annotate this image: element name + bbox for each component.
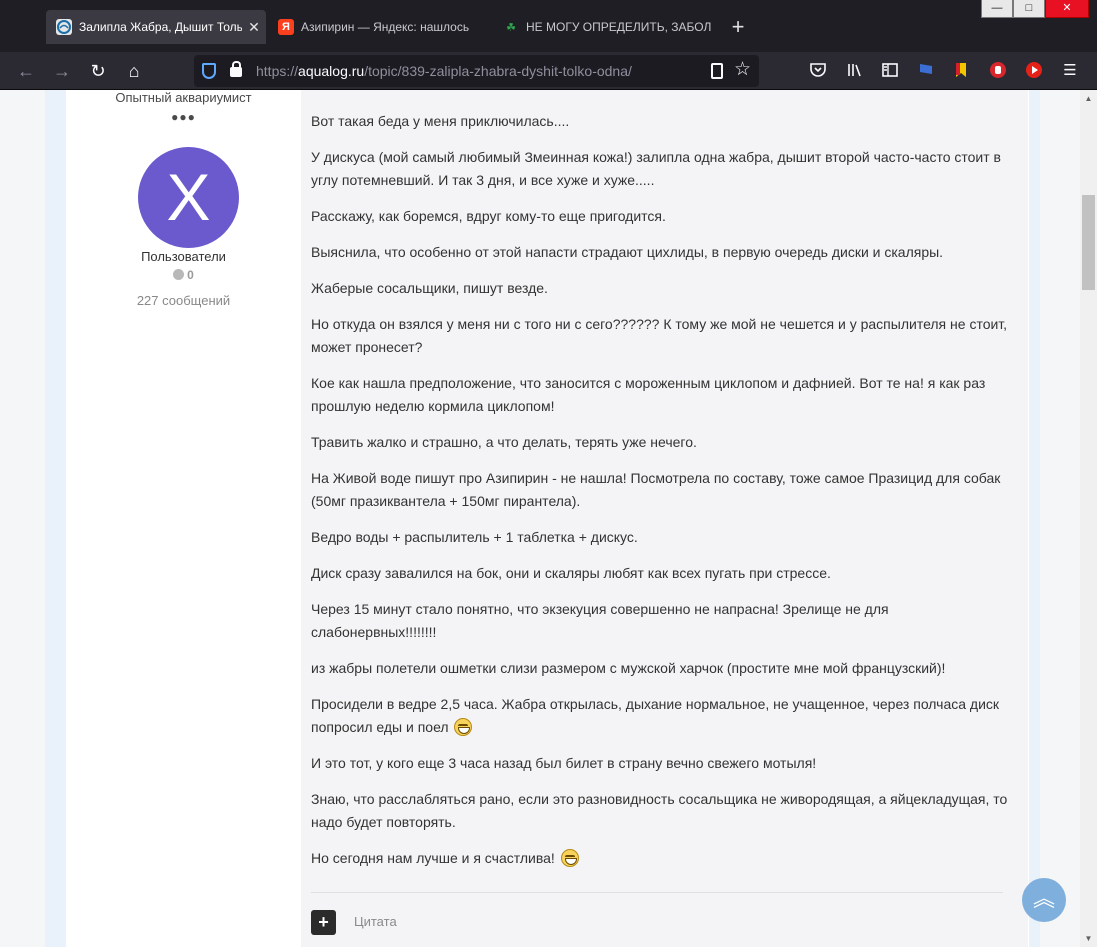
post-paragraph: Диск сразу завалился на бок, они и скаля… [311, 562, 1011, 585]
aqualog-icon [56, 19, 72, 35]
tab-title: НЕ МОГУ ОПРЕДЕЛИТЬ, ЗАБОЛ [526, 20, 712, 34]
laughing-emoji-icon [560, 849, 579, 867]
posts-count: 227 сообщений [136, 293, 231, 308]
reload-icon[interactable]: ↻ [86, 59, 110, 83]
post-paragraph: И это тот, у кого еще 3 часа назад был б… [311, 752, 1011, 775]
post-paragraph-text: Но сегодня нам лучше и я счастлива! [311, 850, 555, 866]
sidebar-icon[interactable] [880, 61, 900, 81]
tab-yandex[interactable]: Я Азипирин — Яндекс: нашлось [268, 10, 483, 44]
scrollbar[interactable]: ▲ ▼ [1080, 90, 1097, 947]
tab-close-icon[interactable]: ✕ [242, 19, 266, 36]
bookmark-star-icon[interactable]: ☆ [734, 58, 751, 81]
post-paragraph: Знаю, что расслабляться рано, если это р… [311, 788, 1011, 834]
forward-icon[interactable]: → [50, 59, 74, 83]
author-panel: Опытный аквариумист ●●● X Пользователи 0… [66, 90, 301, 947]
post-paragraph: У дискуса (мой самый любимый Змеинная ко… [311, 146, 1011, 192]
browser-titlebar: Залипла Жабра, Дышит Только ✕ Я Азипирин… [0, 0, 1097, 52]
post-paragraph-text: Жаберые сосальщики, пишут везде. [311, 280, 548, 296]
post-paragraph: Кое как нашла предположение, что заносит… [311, 372, 1011, 418]
post-paragraph: Вот такая беда у меня приключилась.... [311, 110, 1011, 133]
back-icon[interactable]: ← [14, 59, 38, 83]
multiquote-button[interactable]: + [311, 910, 336, 935]
reputation-dot-icon [173, 269, 185, 280]
url-path: /topic/839-zalipla-zhabra-dyshit-tolko-o… [364, 63, 632, 79]
post-paragraph-text: Ведро воды + распылитель + 1 таблетка + … [311, 529, 638, 545]
tab-forum[interactable]: ☘ НЕ МОГУ ОПРЕДЕЛИТЬ, ЗАБОЛ [493, 10, 715, 44]
post-paragraph-text: Диск сразу завалился на бок, они и скаля… [311, 565, 831, 581]
reputation-value: 0 [187, 268, 194, 282]
maximize-button[interactable]: □ [1013, 0, 1045, 18]
post-paragraph: На Живой воде пишут про Азипирин - не на… [311, 467, 1011, 513]
page-viewport: Опытный аквариумист ●●● X Пользователи 0… [0, 90, 1080, 947]
post-paragraph-text: Расскажу, как боремся, вдруг кому-то еще… [311, 208, 666, 224]
post-paragraph-text: Через 15 минут стало понятно, что экзеку… [311, 601, 889, 640]
browser-navbar: ← → ↻ ⌂ https://aqualog.ru/topic/839-zal… [0, 52, 1097, 90]
post-content-area: Вот такая беда у меня приключилась.... У … [301, 90, 1028, 947]
home-icon[interactable]: ⌂ [122, 59, 146, 83]
post-paragraph: Жаберые сосальщики, пишут везде. [311, 277, 1011, 300]
post-paragraph-text: Кое как нашла предположение, что заносит… [311, 375, 986, 414]
post-paragraph-text: Просидели в ведре 2,5 часа. Жабра открыл… [311, 696, 1000, 735]
post-paragraph-text: Травить жалко и страшно, а что делать, т… [311, 434, 697, 450]
avatar[interactable]: X [138, 147, 239, 248]
flag-extension-icon[interactable] [916, 61, 936, 81]
post-paragraph: Но сегодня нам лучше и я счастлива! [311, 847, 1011, 870]
post-paragraph-text: И это тот, у кого еще 3 часа назад был б… [311, 755, 817, 771]
window-controls: — □ ✕ [981, 0, 1089, 18]
address-bar[interactable]: https://aqualog.ru/topic/839-zalipla-zha… [194, 55, 759, 87]
reputation-badge: 0 [66, 268, 301, 282]
lock-icon[interactable] [230, 61, 242, 77]
forum-icon: ☘ [506, 21, 516, 34]
post-paragraph-text: Но откуда он взялся у меня ни с того ни … [311, 316, 1008, 355]
quote-button[interactable]: Цитата [354, 914, 397, 929]
tab-aqualog[interactable]: Залипла Жабра, Дышит Только ✕ [46, 10, 266, 44]
post-paragraph: Ведро воды + распылитель + 1 таблетка + … [311, 526, 1011, 549]
scroll-up-arrow-icon[interactable]: ▲ [1080, 90, 1097, 107]
post-paragraph-text: Знаю, что расслабляться рано, если это р… [311, 791, 1008, 830]
menu-icon[interactable]: ☰ [1060, 61, 1080, 81]
post-paragraph-text: Вот такая беда у меня приключилась.... [311, 113, 570, 129]
post-paragraph: Просидели в ведре 2,5 часа. Жабра открыл… [311, 693, 1011, 739]
author-group: Пользователи [141, 249, 226, 264]
post-paragraph-text: На Живой воде пишут про Азипирин - не на… [311, 470, 1001, 509]
author-rank: Опытный аквариумист [115, 90, 252, 105]
new-tab-button[interactable]: + [727, 14, 749, 40]
url-text[interactable]: https://aqualog.ru/topic/839-zalipla-zha… [256, 63, 632, 79]
post-paragraph: Выяснила, что особенно от этой напасти с… [311, 241, 1011, 264]
post-paragraph-text: У дискуса (мой самый любимый Змеинная ко… [311, 149, 1001, 188]
library-icon[interactable] [845, 61, 865, 81]
minimize-button[interactable]: — [981, 0, 1013, 18]
scroll-down-arrow-icon[interactable]: ▼ [1080, 930, 1097, 947]
post-paragraph: Но откуда он взялся у меня ни с того ни … [311, 313, 1011, 359]
url-domain: aqualog.ru [298, 63, 365, 79]
tab-title: Залипла Жабра, Дышит Только [79, 20, 242, 34]
yandex-icon: Я [278, 19, 294, 35]
scrollbar-thumb[interactable] [1082, 195, 1095, 290]
post-body: Вот такая беда у меня приключилась.... У … [311, 110, 1011, 883]
divider [311, 892, 1003, 893]
post-paragraph: Через 15 минут стало понятно, что экзеку… [311, 598, 1011, 644]
post-paragraph: Травить жалко и страшно, а что делать, т… [311, 431, 1011, 454]
close-window-button[interactable]: ✕ [1045, 0, 1089, 18]
post-paragraph-text: Выяснила, что особенно от этой напасти с… [311, 244, 944, 260]
tracking-protection-icon[interactable] [202, 63, 216, 79]
reader-view-icon[interactable] [711, 63, 723, 79]
post-paragraph: Расскажу, как боремся, вдруг кому-то еще… [311, 205, 1011, 228]
post-paragraph-text: из жабры полетели ошметки слизи размером… [311, 660, 946, 676]
rank-pips-icon: ●●● [171, 110, 196, 124]
post-paragraph: из жабры полетели ошметки слизи размером… [311, 657, 1011, 680]
pocket-icon[interactable] [808, 61, 828, 81]
bookmark-extension-icon[interactable] [951, 61, 971, 81]
laughing-emoji-icon [454, 718, 473, 736]
hand-stop-extension-icon[interactable] [988, 61, 1008, 81]
url-prefix: https:// [256, 63, 299, 79]
youtube-extension-icon[interactable] [1024, 61, 1044, 81]
tab-title: Азипирин — Яндекс: нашлось [301, 20, 470, 34]
scroll-to-top-button[interactable]: ︽ [1022, 878, 1066, 922]
